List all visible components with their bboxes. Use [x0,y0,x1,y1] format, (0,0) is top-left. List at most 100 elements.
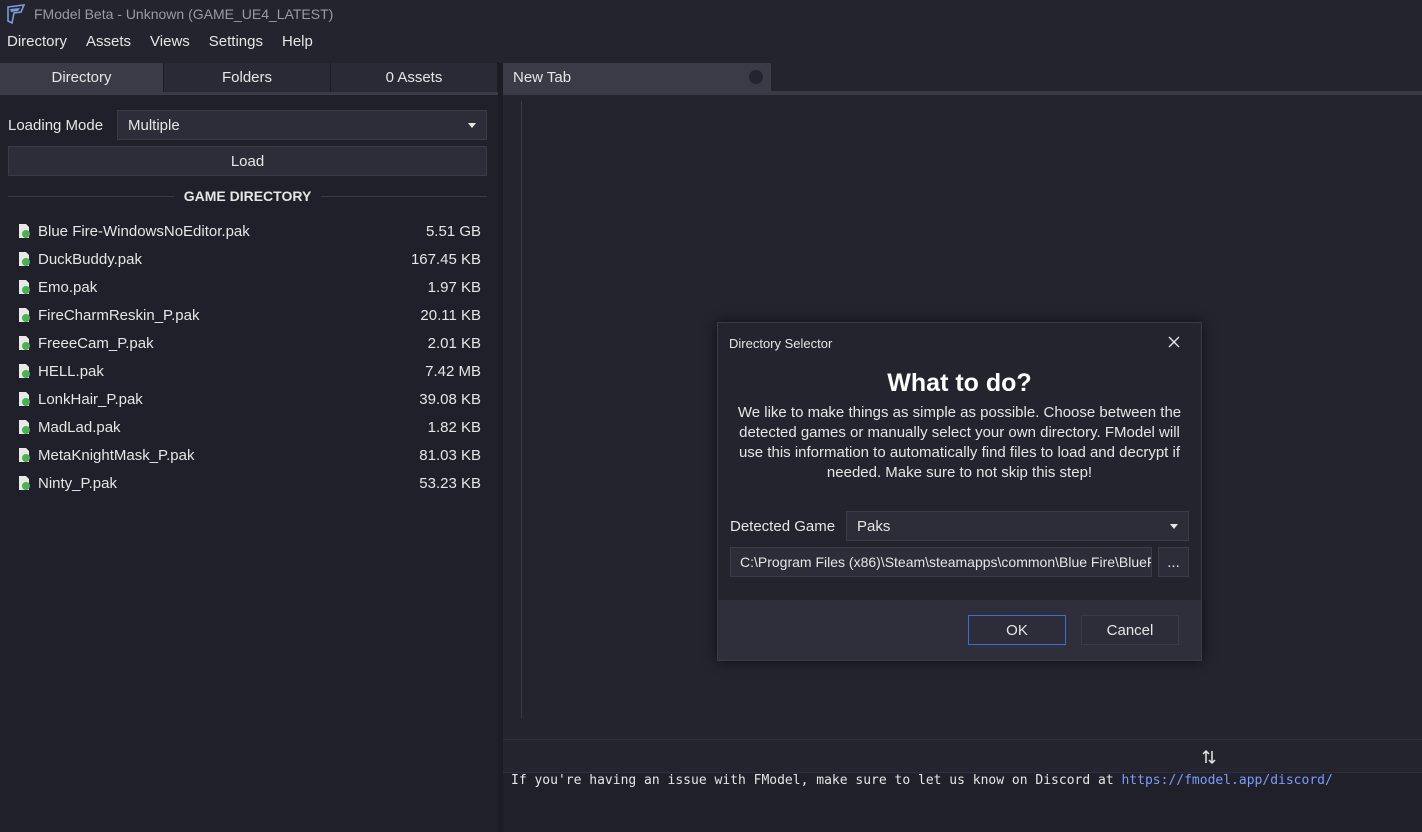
file-size: 81.03 KB [419,446,481,464]
left-tab-bar: Directory Folders 0 Assets [0,63,498,95]
file-size: 2.01 KB [427,334,481,352]
tab-strip-border [503,91,1422,95]
menu-assets[interactable]: Assets [86,33,131,50]
chevron-down-icon [1170,523,1178,529]
file-size: 1.97 KB [427,278,481,296]
file-entry: Ninty_P.pak [16,475,117,492]
cancel-button[interactable]: Cancel [1081,615,1179,645]
menu-help[interactable]: Help [282,33,313,50]
detected-game-value: Paks [857,517,891,535]
file-entry: MadLad.pak [16,419,121,436]
log-text: If you're having an issue with FModel, m… [511,773,1122,788]
file-name: MadLad.pak [38,418,121,436]
file-entry: FireCharmReskin_P.pak [16,307,199,324]
pak-file-icon [16,251,32,267]
load-button[interactable]: Load [8,146,487,176]
file-row[interactable]: FireCharmReskin_P.pak 20.11 KB [16,301,481,329]
loading-mode-label: Loading Mode [8,116,104,134]
log-panel: If you're having an issue with FModel, m… [503,739,1422,832]
file-entry: LonkHair_P.pak [16,391,143,408]
log-toolbar [503,739,1422,773]
menu-settings[interactable]: Settings [209,33,263,50]
ok-button[interactable]: OK [968,615,1066,645]
file-name: LonkHair_P.pak [38,390,143,408]
browse-button[interactable]: ... [1158,547,1189,577]
menu-views[interactable]: Views [150,33,190,50]
divider [321,195,488,197]
divider [8,195,174,197]
file-row[interactable]: MadLad.pak 1.82 KB [16,413,481,441]
file-name: Ninty_P.pak [38,474,117,492]
app-icon [6,4,26,25]
section-title: GAME DIRECTORY [183,188,312,204]
file-row[interactable]: LonkHair_P.pak 39.08 KB [16,385,481,413]
loading-mode-select[interactable]: Multiple [117,110,487,140]
file-entry: FreeeCam_P.pak [16,335,154,352]
file-size: 7.42 MB [425,362,481,380]
menu-directory[interactable]: Directory [7,33,67,50]
file-row[interactable]: Emo.pak 1.97 KB [16,273,481,301]
tab-assets[interactable]: 0 Assets [331,63,498,92]
left-panel: Directory Folders 0 Assets Loading Mode … [0,63,498,832]
pak-file-icon [16,475,32,491]
dialog-description: We like to make things as simple as poss… [737,404,1182,481]
file-row[interactable]: HELL.pak 7.42 MB [16,357,481,385]
file-size: 5.51 GB [425,222,481,240]
file-size: 39.08 KB [419,390,481,408]
game-directory-header: GAME DIRECTORY [8,187,488,205]
file-name: MetaKnightMask_P.pak [38,446,195,464]
file-row[interactable]: MetaKnightMask_P.pak 81.03 KB [16,441,481,469]
file-name: HELL.pak [38,362,104,380]
tab-label: New Tab [513,68,572,86]
file-row[interactable]: Blue Fire-WindowsNoEditor.pak 5.51 GB [16,217,481,245]
swap-vertical-icon[interactable] [1200,748,1218,766]
pak-file-icon [16,335,32,351]
tab-new-tab[interactable]: New Tab [503,63,771,91]
file-name: FireCharmReskin_P.pak [38,306,200,324]
chevron-down-icon [468,122,476,128]
editor-gutter [521,101,522,718]
file-entry: Emo.pak [16,279,97,296]
file-entry: Blue Fire-WindowsNoEditor.pak [16,223,250,240]
directory-selector-dialog: Directory Selector What to do? We like t… [717,322,1202,661]
tab-folders[interactable]: Folders [164,63,331,92]
file-entry: DuckBuddy.pak [16,251,142,268]
file-size: 20.11 KB [420,306,481,324]
file-entry: MetaKnightMask_P.pak [16,447,194,464]
loading-mode-value: Multiple [128,116,180,134]
file-size: 53.23 KB [419,474,481,492]
file-entry: HELL.pak [16,363,104,380]
log-message: If you're having an issue with FModel, m… [511,773,1333,788]
file-name: Blue Fire-WindowsNoEditor.pak [38,222,250,240]
file-size: 167.45 KB [410,250,481,268]
file-size: 1.82 KB [427,418,481,436]
pak-file-icon [16,307,32,323]
pak-file-icon [16,223,32,239]
game-directory-input[interactable]: C:\Program Files (x86)\Steam\steamapps\c… [730,547,1152,577]
dialog-title: Directory Selector [729,336,833,351]
file-row[interactable]: Ninty_P.pak 53.23 KB [16,469,481,497]
pak-file-icon [16,279,32,295]
dialog-footer: OK Cancel [718,600,1201,660]
file-name: DuckBuddy.pak [38,250,142,268]
pak-file-icon [16,391,32,407]
detected-game-select[interactable]: Paks [846,511,1189,541]
file-name: Emo.pak [38,278,98,296]
tab-directory[interactable]: Directory [0,63,164,92]
dialog-heading: What to do? [887,369,1032,397]
close-tab-icon[interactable] [749,70,763,84]
title-bar: FModel Beta - Unknown (GAME_UE4_LATEST) [0,0,1422,28]
discord-link[interactable]: https://fmodel.app/discord/ [1121,773,1332,788]
pak-file-icon [16,447,32,463]
file-name: FreeeCam_P.pak [38,334,154,352]
menu-bar: Directory Assets Views Settings Help [0,28,1422,54]
window-title: FModel Beta - Unknown (GAME_UE4_LATEST) [34,6,334,22]
pak-file-icon [16,419,32,435]
detected-game-row: Detected Game Paks [730,511,1189,541]
file-row[interactable]: FreeeCam_P.pak 2.01 KB [16,329,481,357]
detected-game-label: Detected Game [730,517,836,535]
close-icon[interactable] [1165,333,1183,351]
pak-file-icon [16,363,32,379]
file-list: Blue Fire-WindowsNoEditor.pak 5.51 GB Du… [16,217,481,497]
file-row[interactable]: DuckBuddy.pak 167.45 KB [16,245,481,273]
